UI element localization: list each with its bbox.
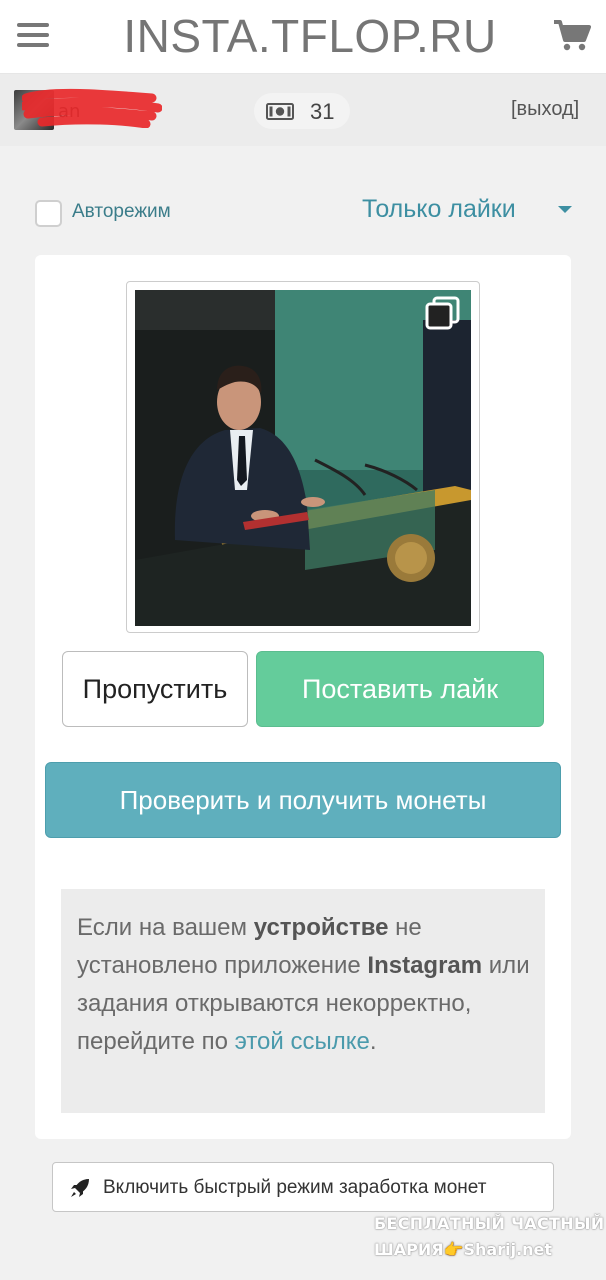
notice-bold-device: устройстве <box>253 914 389 941</box>
hamburger-menu-icon[interactable] <box>17 22 49 48</box>
multiple-images-icon <box>425 296 460 330</box>
post-image[interactable] <box>135 290 471 626</box>
task-card: Пропустить Поставить лайк Проверить и по… <box>35 255 571 1139</box>
coin-balance: 31 <box>254 93 350 129</box>
chevron-down-icon <box>558 206 572 213</box>
watermark-line-2: ШАРИЯ👉Sharij.net <box>374 1240 553 1259</box>
skip-button[interactable]: Пропустить <box>62 651 248 727</box>
watermark: БЕСПЛАТНЫЙ ЧАСТНЫЙ ШАРИЯ👉Sharij.net <box>374 1214 604 1270</box>
mode-selected-value: Только лайки <box>362 195 516 223</box>
instagram-notice: Если на вашем устройстве не установлено … <box>61 889 545 1113</box>
auto-mode-checkbox[interactable] <box>35 200 62 227</box>
watermark-line-1: БЕСПЛАТНЫЙ ЧАСТНЫЙ <box>374 1214 605 1233</box>
notice-text: Если на вашем устройстве не установлено … <box>77 909 537 1061</box>
check-and-get-coins-button[interactable]: Проверить и получить монеты <box>45 762 561 838</box>
alternate-link[interactable]: этой ссылке <box>235 1028 370 1055</box>
fast-mode-label: Включить быстрый режим заработка монет <box>103 1177 487 1198</box>
redaction-scribble <box>22 88 162 128</box>
mode-dropdown[interactable]: Только лайки <box>362 192 582 226</box>
like-button[interactable]: Поставить лайк <box>256 651 544 727</box>
top-header: INSTA.TFLOP.RU <box>0 0 606 74</box>
post-image-frame[interactable] <box>126 281 480 633</box>
shopping-cart-icon[interactable] <box>552 18 592 52</box>
user-bar: an 31 [выход] <box>0 74 606 146</box>
notice-text-part: . <box>369 1028 377 1055</box>
fast-mode-button[interactable]: Включить быстрый режим заработка монет <box>52 1162 554 1212</box>
auto-mode-label[interactable]: Авторежим <box>72 200 171 224</box>
coin-count: 31 <box>310 99 335 124</box>
logout-link[interactable]: [выход] <box>511 98 579 121</box>
rocket-icon <box>71 1179 89 1197</box>
money-bill-icon <box>266 103 294 120</box>
notice-text-part: Если на вашем <box>77 914 254 941</box>
site-title[interactable]: INSTA.TFLOP.RU <box>100 6 520 66</box>
notice-bold-instagram: Instagram <box>367 952 483 979</box>
